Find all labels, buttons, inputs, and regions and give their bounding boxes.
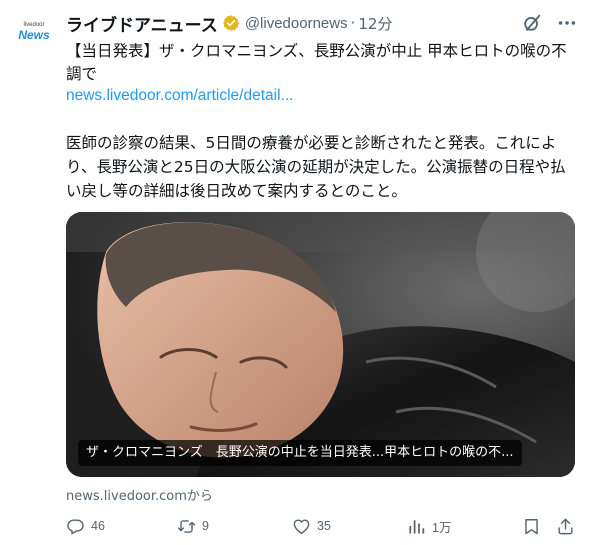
separator-dot: ·: [350, 14, 356, 32]
views-count: 1万: [432, 520, 452, 535]
tweet-body: 医師の診察の結果、5日間の療養が必要と診断されたと発表。これにより、長野公演と2…: [66, 134, 566, 200]
avatar-label-big: News: [18, 28, 50, 42]
heart-icon: [293, 518, 310, 534]
retweet-button[interactable]: 9: [177, 514, 209, 538]
article-link[interactable]: news.livedoor.com/article/detail...: [66, 87, 293, 105]
link-card[interactable]: ザ・クロマニヨンズ 長野公演の中止を当日発表...甲本ヒロトの喉の不...: [66, 212, 575, 477]
card-caption: ザ・クロマニヨンズ 長野公演の中止を当日発表...甲本ヒロトの喉の不...: [78, 440, 522, 466]
grok-icon[interactable]: [521, 12, 543, 34]
more-icon[interactable]: [556, 12, 578, 34]
account-avatar[interactable]: livedoor News: [12, 10, 56, 54]
share-icon: [558, 518, 573, 534]
like-count: 35: [317, 519, 331, 533]
retweet-count: 9: [202, 519, 209, 533]
action-bar: 46 9 35 1万: [66, 514, 578, 538]
account-handle[interactable]: @livedoornews: [245, 15, 348, 32]
verified-badge-icon: [222, 14, 240, 32]
account-name[interactable]: ライブドアニュース: [66, 11, 218, 36]
card-photo: [66, 212, 575, 477]
like-button[interactable]: 35: [292, 514, 331, 538]
tweet-timestamp[interactable]: 12分: [358, 13, 392, 34]
tweet-title: 【当日発表】ザ・クロマニヨンズ、長野公演が中止 甲本ヒロトの喉の不調で: [66, 42, 567, 83]
tweet-header: ライブドアニュース @livedoornews · 12分: [66, 11, 392, 36]
reply-count: 46: [91, 519, 105, 533]
bookmark-icon: [525, 518, 538, 534]
retweet-icon: [177, 519, 196, 533]
card-source[interactable]: news.livedoor.comから: [66, 485, 213, 504]
bookmark-button[interactable]: [522, 514, 541, 538]
share-button[interactable]: [556, 514, 575, 538]
views-button[interactable]: 1万: [407, 514, 451, 538]
views-icon: [409, 519, 425, 534]
reply-icon: [67, 518, 84, 534]
reply-button[interactable]: 46: [66, 514, 105, 538]
